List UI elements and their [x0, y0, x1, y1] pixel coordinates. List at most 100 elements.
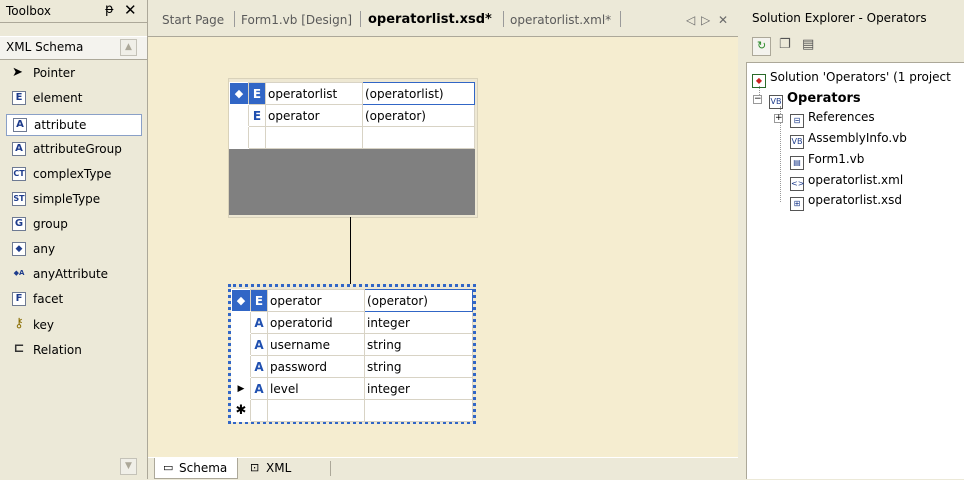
tab-start-page[interactable]: Start Page	[162, 13, 224, 27]
close-icon[interactable]: ✕	[718, 13, 728, 27]
xsd-file-icon: ⊞	[790, 197, 804, 211]
toolbox-item-relation[interactable]: ⊏ Relation	[6, 340, 142, 362]
properties-icon[interactable]: ▤	[802, 37, 814, 52]
tab-operatorlist-xml[interactable]: operatorlist.xml*	[510, 13, 611, 27]
tree-item-operatorlist-xml[interactable]: <> operatorlist.xml	[790, 173, 903, 191]
tree-item-label: Operators	[787, 91, 861, 106]
table-row[interactable]: E operator (operator)	[229, 104, 475, 127]
complex-type-operatorlist[interactable]: ◆ E operatorlist (operatorlist) E operat…	[228, 78, 478, 218]
schema-designer-canvas[interactable]: ◆ E operatorlist (operatorlist) E operat…	[148, 37, 738, 457]
attribute-type-cell[interactable]: integer	[364, 377, 473, 400]
attribute-name-cell[interactable]: operatorid	[267, 311, 365, 334]
tab-form1-design[interactable]: Form1.vb [Design]	[241, 13, 352, 27]
row-selector	[229, 104, 249, 127]
toolbox-item-label: Relation	[33, 343, 82, 357]
element-type-cell[interactable]	[362, 126, 475, 149]
complex-type-operator[interactable]: ◆ E operator (operator) A operatorid int…	[228, 284, 476, 424]
collapse-icon[interactable]: −	[753, 95, 762, 104]
attribute-name-cell[interactable]: level	[267, 377, 365, 400]
toolbox-item-pointer[interactable]: ➤ Pointer	[6, 63, 142, 85]
pin-icon[interactable]: ᵽ	[105, 2, 114, 17]
toolbox-item-key[interactable]: ⚷ key	[6, 315, 142, 337]
toolbox-item-any[interactable]: ◆ any	[6, 239, 142, 261]
expand-icon[interactable]: +	[774, 114, 783, 123]
toolbox-tab-xml-schema[interactable]: XML Schema ▲	[0, 36, 147, 60]
close-icon[interactable]: ✕	[124, 1, 137, 19]
element-type-cell[interactable]: (operator)	[362, 104, 475, 127]
new-row-icon: ✱	[231, 399, 251, 422]
toolbox-item-label: anyAttribute	[33, 267, 109, 281]
toolbox-item-attribute[interactable]: A attribute	[6, 114, 142, 136]
element-type-cell[interactable]: (operatorlist)	[362, 82, 475, 105]
table-row[interactable]: A operatorid integer	[231, 311, 473, 334]
element-name-cell[interactable]	[265, 126, 363, 149]
toolbox-item-label: complexType	[33, 167, 112, 181]
table-row[interactable]: ◆ E operator (operator)	[231, 289, 473, 312]
table-row[interactable]	[229, 126, 475, 149]
tree-item-operatorlist-xsd[interactable]: ⊞ operatorlist.xsd	[790, 193, 902, 211]
attribute-type-cell[interactable]: string	[364, 355, 473, 378]
table-row[interactable]: ✱	[231, 399, 473, 422]
vb-file-icon: VB	[790, 135, 804, 149]
toolbox-item-anyattribute[interactable]: ◆A anyAttribute	[6, 264, 142, 286]
tab-schema[interactable]: ▭ Schema	[154, 458, 238, 479]
element-type-cell[interactable]: (operator)	[364, 289, 473, 312]
refresh-button[interactable]: ↻	[752, 37, 771, 56]
tab-operatorlist-xsd[interactable]: operatorlist.xsd*	[368, 12, 492, 27]
table-row[interactable]: ▶ A level integer	[231, 377, 473, 400]
attribute-type-cell[interactable]	[364, 399, 473, 422]
toolbox-item-element[interactable]: E element	[6, 88, 142, 110]
references-icon: ⊟	[790, 114, 804, 128]
refresh-icon: ↻	[757, 39, 767, 52]
toolbox-item-label: facet	[33, 292, 64, 306]
toolbox-item-simpletype[interactable]: ST simpleType	[6, 189, 142, 211]
row-diamond-icon: ◆	[231, 289, 251, 312]
toolbox-item-facet[interactable]: F facet	[6, 289, 142, 311]
toolbox-item-complextype[interactable]: CT complexType	[6, 164, 142, 186]
tree-item-solution[interactable]: ◆ Solution 'Operators' (1 project	[752, 70, 951, 88]
attribute-name-cell[interactable]: password	[267, 355, 365, 378]
row-selector	[231, 333, 251, 356]
solution-explorer-titlebar: Solution Explorer - Operators	[746, 0, 964, 33]
attribute-kind-icon: A	[250, 377, 268, 400]
element-kind-icon: E	[250, 289, 268, 312]
attribute-name-cell[interactable]	[267, 399, 365, 422]
scroll-up-button[interactable]: ▲	[120, 39, 137, 56]
attribute-name-cell[interactable]: username	[267, 333, 365, 356]
toolbox-item-attributegroup[interactable]: A attributeGroup	[6, 139, 142, 161]
tree-item-project[interactable]: − VB Operators	[753, 91, 861, 109]
facet-icon: F	[12, 292, 26, 306]
table-row[interactable]: A password string	[231, 355, 473, 378]
tree-item-form1[interactable]: ▤ Form1.vb	[790, 152, 864, 170]
attribute-type-cell[interactable]: string	[364, 333, 473, 356]
simple-type-icon: ST	[12, 192, 26, 206]
toolbox-titlebar: Toolbox ᵽ ✕	[0, 0, 147, 23]
tab-next-icon[interactable]: ▷	[701, 13, 710, 27]
current-row-arrow-icon: ▶	[231, 377, 251, 400]
element-name-cell[interactable]: operator	[265, 104, 363, 127]
tree-item-references[interactable]: + ⊟ References	[774, 110, 875, 128]
tree-item-label: operatorlist.xsd	[808, 193, 903, 207]
attribute-type-cell[interactable]: integer	[364, 311, 473, 334]
attribute-kind-icon: A	[250, 355, 268, 378]
view-tabstrip: ▭ Schema ⊡ XML	[148, 457, 738, 480]
element-name-cell[interactable]: operator	[267, 289, 365, 312]
show-all-files-icon[interactable]: ❐	[779, 37, 791, 52]
attribute-group-icon: A	[12, 142, 26, 156]
table-row[interactable]: A username string	[231, 333, 473, 356]
toolbox-item-label: attributeGroup	[33, 142, 122, 156]
scroll-down-button[interactable]: ▼	[120, 458, 137, 475]
attribute-kind-icon: A	[250, 311, 268, 334]
complex-type-icon: CT	[12, 167, 26, 181]
toolbox-panel: Toolbox ᵽ ✕ XML Schema ▲ ➤ Pointer E ele…	[0, 0, 148, 479]
tab-prev-icon[interactable]: ◁	[686, 13, 695, 27]
toolbox-item-group[interactable]: G group	[6, 214, 142, 236]
tree-item-assemblyinfo[interactable]: VB AssemblyInfo.vb	[790, 131, 907, 149]
element-icon: E	[12, 91, 26, 105]
element-name-cell[interactable]: operatorlist	[265, 82, 363, 105]
tab-xml[interactable]: ⊡ XML	[244, 458, 334, 479]
element-kind-icon: E	[248, 82, 266, 105]
tab-separator	[620, 11, 621, 27]
table-row[interactable]: ◆ E operatorlist (operatorlist)	[229, 82, 475, 105]
tree-item-label: References	[808, 110, 875, 124]
